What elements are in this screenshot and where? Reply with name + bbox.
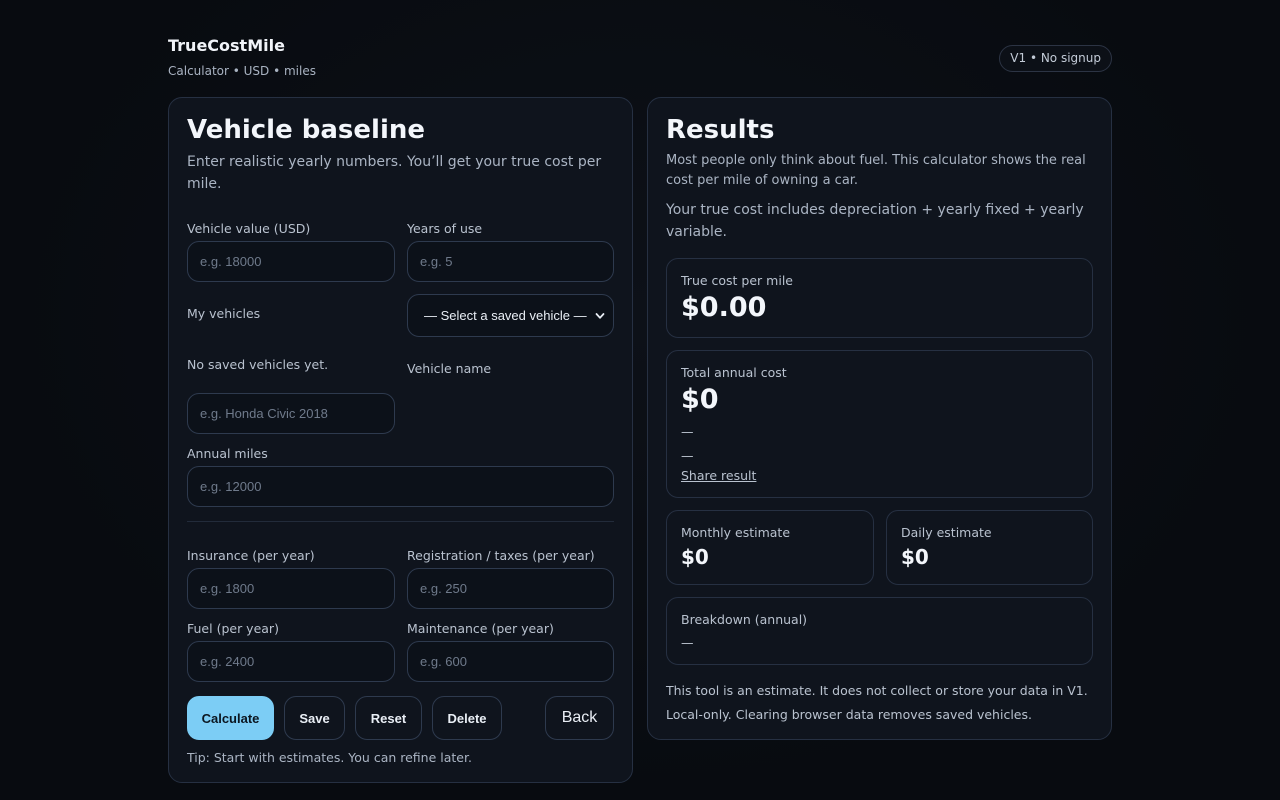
form-title: Vehicle baseline: [187, 115, 425, 145]
breakdown-label: Breakdown (annual): [681, 612, 808, 627]
saved-vehicle-select[interactable]: — Select a saved vehicle —: [407, 294, 614, 337]
share-result-link[interactable]: Share result: [681, 468, 756, 483]
annual-miles-input[interactable]: [187, 466, 614, 507]
save-button[interactable]: Save: [284, 696, 345, 740]
reset-button[interactable]: Reset: [355, 696, 422, 740]
annual-cost-detail-1: —: [681, 424, 694, 439]
brand-name: TrueCostMile: [168, 36, 285, 55]
daily-estimate-label: Daily estimate: [901, 525, 992, 540]
vehicle-value-label: Vehicle value (USD): [187, 221, 311, 236]
delete-button[interactable]: Delete: [432, 696, 502, 740]
results-card: Results Most people only think about fue…: [647, 97, 1112, 740]
monthly-estimate-label: Monthly estimate: [681, 525, 791, 540]
vehicle-value-input[interactable]: [187, 241, 395, 282]
version-badge: V1 • No signup: [999, 45, 1112, 72]
breakdown-box: Breakdown (annual) —: [666, 597, 1093, 665]
section-divider: [187, 521, 614, 522]
results-intro: Most people only think about fuel. This …: [666, 153, 1086, 188]
chevron-down-icon: [595, 312, 605, 319]
vehicle-name-input[interactable]: [187, 393, 395, 434]
annual-cost-value: $0: [681, 384, 719, 415]
local-only-text: Local-only. Clearing browser data remove…: [666, 707, 1032, 722]
form-description: Enter realistic yearly numbers. You’ll g…: [187, 154, 602, 192]
calculate-button[interactable]: Calculate: [187, 696, 274, 740]
breakdown-value: —: [681, 635, 694, 650]
saved-vehicle-selected: — Select a saved vehicle —: [424, 308, 587, 323]
insurance-input[interactable]: [187, 568, 395, 609]
back-button[interactable]: Back: [545, 696, 614, 740]
no-saved-vehicles-text: No saved vehicles yet.: [187, 357, 329, 372]
maintenance-label: Maintenance (per year): [407, 621, 554, 636]
years-of-use-input[interactable]: [407, 241, 614, 282]
daily-estimate-box: Daily estimate $0: [886, 510, 1093, 585]
vehicle-name-label: Vehicle name: [407, 361, 492, 376]
annual-cost-box: Total annual cost $0 — — Share result: [666, 350, 1093, 498]
monthly-estimate-box: Monthly estimate $0: [666, 510, 874, 585]
tip-text: Tip: Start with estimates. You can refin…: [187, 750, 472, 765]
my-vehicles-label: My vehicles: [187, 306, 261, 321]
fuel-label: Fuel (per year): [187, 621, 279, 636]
registration-input[interactable]: [407, 568, 614, 609]
brand-subtitle: Calculator • USD • miles: [168, 64, 316, 78]
registration-label: Registration / taxes (per year): [407, 548, 595, 563]
cost-per-mile-value: $0.00: [681, 292, 767, 323]
results-title: Results: [666, 115, 775, 145]
monthly-estimate-value: $0: [681, 545, 709, 569]
fuel-input[interactable]: [187, 641, 395, 682]
insurance-label: Insurance (per year): [187, 548, 315, 563]
daily-estimate-value: $0: [901, 545, 929, 569]
maintenance-input[interactable]: [407, 641, 614, 682]
app-header: TrueCostMile Calculator • USD • miles V1…: [168, 36, 1112, 80]
results-explanation: Your true cost includes depreciation + y…: [666, 202, 1084, 240]
vehicle-baseline-card: Vehicle baseline Enter realistic yearly …: [168, 97, 633, 783]
annual-miles-label: Annual miles: [187, 446, 268, 461]
disclaimer-text: This tool is an estimate. It does not co…: [666, 683, 1088, 698]
cost-per-mile-label: True cost per mile: [681, 273, 793, 288]
cost-per-mile-box: True cost per mile $0.00: [666, 258, 1093, 338]
annual-cost-label: Total annual cost: [681, 365, 787, 380]
annual-cost-detail-2: —: [681, 448, 694, 463]
years-of-use-label: Years of use: [407, 221, 483, 236]
